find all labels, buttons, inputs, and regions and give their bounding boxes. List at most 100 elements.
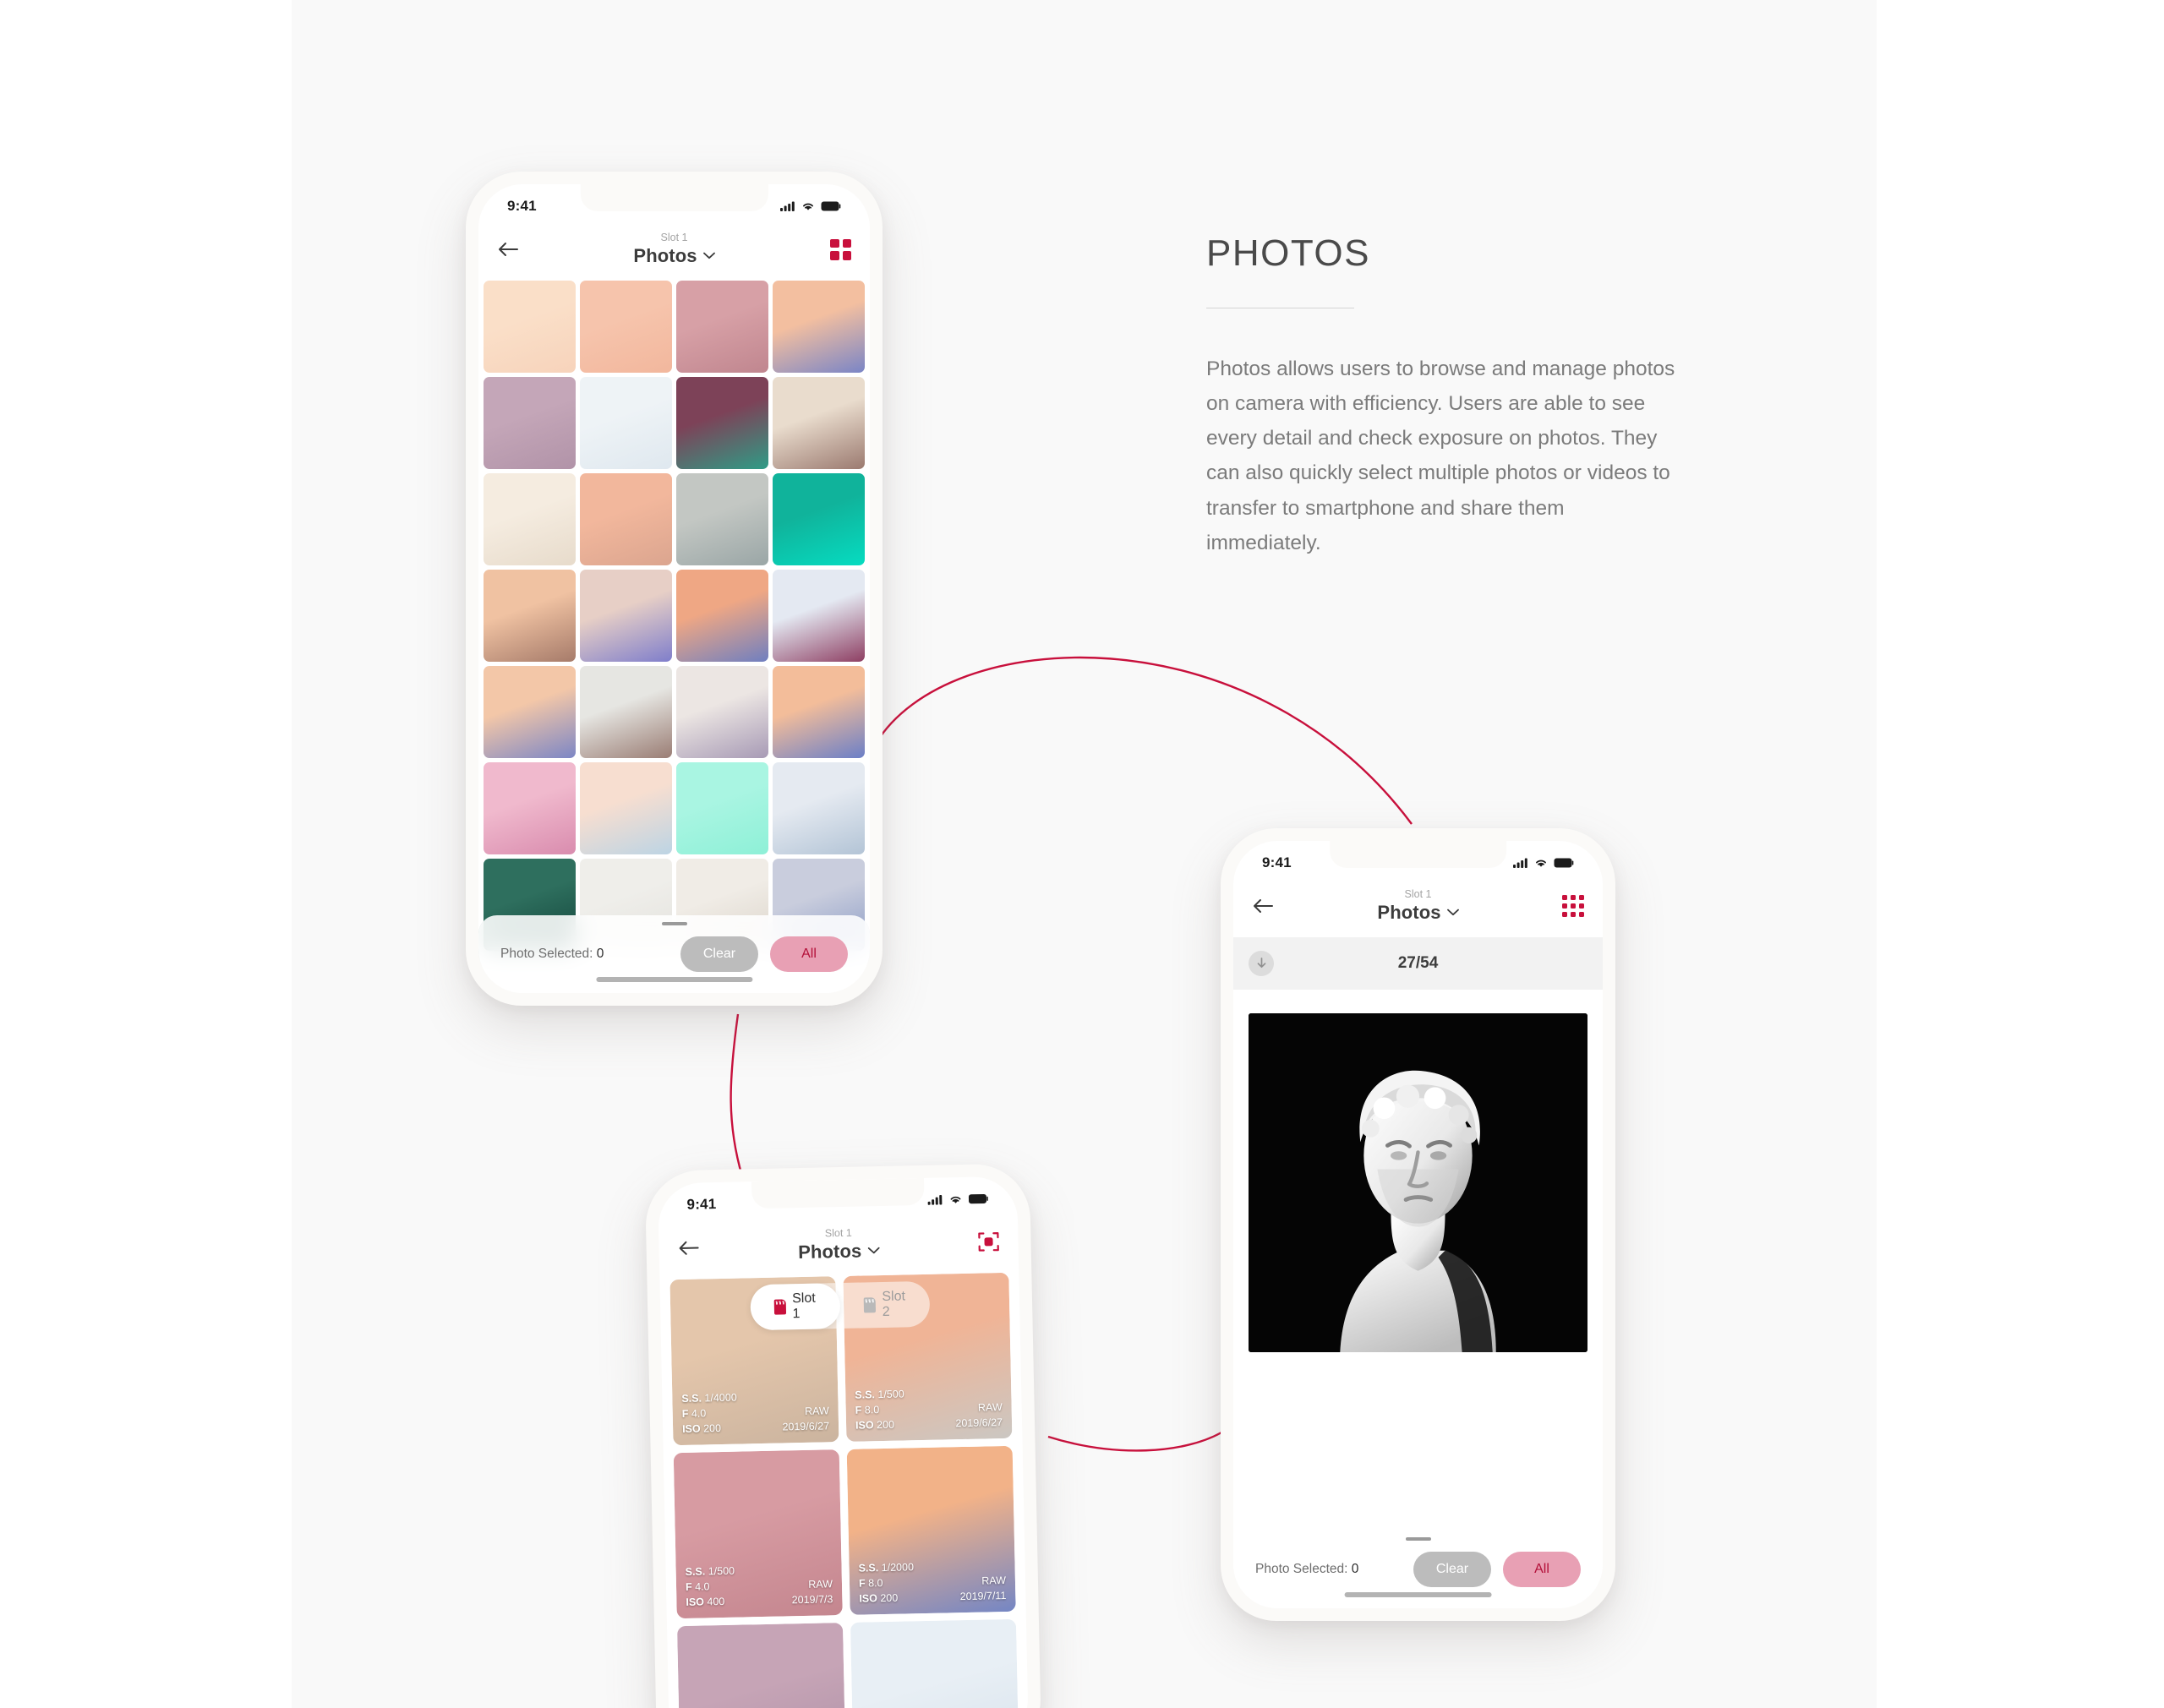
- photo-exif-overlay: S.S. 1/2000 F 8.0 RAW ISO 200 2019/7/11: [849, 1549, 1015, 1614]
- slot-tab-bar: Slot 1 Slot 2: [749, 1280, 931, 1331]
- clear-button[interactable]: Clear: [680, 936, 758, 972]
- photo-thumbnail[interactable]: [773, 281, 865, 373]
- photo-thumbnail-grid[interactable]: [478, 281, 870, 951]
- select-all-button[interactable]: All: [770, 936, 848, 972]
- focus-frame-icon: [978, 1232, 999, 1252]
- phone-photo-detail: 9:41 Slot 1 Photos 27/54 Photo Selected:…: [1221, 828, 1615, 1621]
- signal-bars-icon: [927, 1195, 943, 1205]
- photo-thumbnail[interactable]: [484, 570, 576, 662]
- page-title: PHOTOS: [1206, 232, 1371, 274]
- photo-metadata-card[interactable]: S.S. 1/250F 4.0RAWISO 8002019/7/24: [677, 1623, 847, 1708]
- lavender-field: [580, 570, 672, 662]
- photo-thumbnail[interactable]: [484, 762, 576, 854]
- blue-banana: [676, 762, 768, 854]
- photo-metadata-card[interactable]: S.S. 1/500F 4.0RAWISO 2002019/7/25: [850, 1618, 1020, 1708]
- photo-thumbnail[interactable]: [580, 762, 672, 854]
- iso: ISO 200: [855, 1418, 895, 1432]
- chevron-down-icon[interactable]: [867, 1247, 880, 1254]
- signal-bars-icon: [780, 201, 795, 211]
- photo-thumbnail[interactable]: [676, 281, 768, 373]
- aperture: F 8.0: [855, 1403, 880, 1416]
- status-bar: 9:41: [1233, 841, 1603, 885]
- status-time: 9:41: [686, 1196, 717, 1213]
- photo-thumbnail[interactable]: [773, 762, 865, 854]
- photo-thumbnail[interactable]: [676, 666, 768, 758]
- nav-title-block[interactable]: Slot 1 Photos: [531, 232, 817, 267]
- view-mode-button[interactable]: [1550, 894, 1584, 918]
- back-button[interactable]: [497, 242, 531, 257]
- home-indicator[interactable]: [595, 977, 753, 982]
- photo-thumbnail[interactable]: [484, 377, 576, 469]
- sd-card-icon: [863, 1297, 876, 1313]
- blue-hills-dusk: [773, 281, 865, 373]
- capture-date: 2019/7/3: [791, 1593, 833, 1607]
- white-trees-road: [676, 666, 768, 758]
- status-time: 9:41: [1262, 854, 1292, 870]
- photo-thumbnail[interactable]: [484, 473, 576, 565]
- back-arrow-icon: [679, 1241, 699, 1255]
- photo-thumbnail[interactable]: [773, 666, 865, 758]
- notebook-on-wood: [676, 473, 768, 565]
- photo-thumbnail[interactable]: [484, 666, 576, 758]
- starfish-on-sand: [676, 281, 768, 373]
- photo-thumbnail[interactable]: [676, 570, 768, 662]
- slot-tab-2[interactable]: Slot 2: [839, 1281, 930, 1329]
- photo-thumbnail[interactable]: [580, 473, 672, 565]
- chevron-down-icon[interactable]: [1446, 909, 1459, 916]
- nav-bar: Slot 1 Photos: [478, 228, 870, 281]
- chevron-down-icon[interactable]: [702, 252, 715, 259]
- teal-wave-stripes: [773, 473, 865, 565]
- sheet-grabber[interactable]: [661, 922, 687, 925]
- photo-preview[interactable]: [1249, 1013, 1587, 1352]
- photo-thumbnail[interactable]: [773, 473, 865, 565]
- photo-counter-bar: 27/54: [1233, 937, 1603, 990]
- select-all-button[interactable]: All: [1503, 1552, 1581, 1587]
- slot-tab-1-label: Slot 1: [791, 1291, 816, 1322]
- capture-date: 2019/6/27: [782, 1420, 830, 1433]
- page-root: PHOTOS Photos allows users to browse and…: [0, 0, 2164, 1708]
- photo-thumbnail[interactable]: [580, 281, 672, 373]
- aperture: F 8.0: [858, 1576, 883, 1590]
- nav-title-block[interactable]: Slot 1 Photos: [711, 1225, 966, 1265]
- back-button[interactable]: [677, 1240, 711, 1256]
- photo-exif-overlay: S.S. 1/4000 F 4.0 RAW ISO 200 2019/6/27: [672, 1380, 839, 1445]
- photo-thumbnail[interactable]: [773, 377, 865, 469]
- back-arrow-icon: [499, 243, 518, 256]
- sd-card-icon: [773, 1299, 786, 1315]
- exposure-view-button[interactable]: [965, 1231, 1000, 1253]
- highway-pole: [580, 666, 672, 758]
- description-text: Photos allows users to browse and manage…: [1206, 357, 1675, 554]
- iso: ISO 200: [859, 1591, 899, 1605]
- nav-slot-label: Slot 1: [660, 232, 688, 244]
- photo-thumbnail[interactable]: [484, 281, 576, 373]
- photo-thumbnail[interactable]: [773, 570, 865, 662]
- status-bar: 9:41: [658, 1176, 1018, 1228]
- slot-tab-1[interactable]: Slot 1: [749, 1283, 841, 1331]
- nav-bar: Slot 1 Photos: [1233, 885, 1603, 937]
- photo-metadata-card[interactable]: S.S. 1/2000 F 8.0 RAW ISO 200 2019/7/11: [846, 1445, 1016, 1615]
- photo-thumbnail[interactable]: [676, 377, 768, 469]
- selection-label-text: Photo Selected:: [500, 947, 593, 961]
- photo-thumbnail[interactable]: [580, 570, 672, 662]
- home-indicator[interactable]: [1344, 1592, 1492, 1597]
- file-format: RAW: [981, 1574, 1007, 1587]
- photo-thumbnail[interactable]: [580, 666, 672, 758]
- nav-title-block[interactable]: Slot 1 Photos: [1286, 888, 1550, 924]
- glasses-on-desk: [484, 473, 576, 565]
- nav-title: Photos: [797, 1240, 862, 1263]
- photo-metadata-card[interactable]: S.S. 1/500 F 4.0 RAW ISO 400 2019/7/3: [673, 1449, 843, 1619]
- selection-label-text: Photo Selected:: [1255, 1562, 1348, 1576]
- sheet-grabber[interactable]: [1405, 1537, 1431, 1541]
- signal-bars-icon: [1513, 858, 1527, 868]
- clear-button[interactable]: Clear: [1413, 1552, 1491, 1587]
- capture-date: 2019/6/27: [955, 1416, 1003, 1430]
- selection-count-value: 0: [1351, 1562, 1359, 1576]
- blue-valley: [484, 666, 576, 758]
- photo-thumbnail[interactable]: [676, 473, 768, 565]
- view-mode-button[interactable]: [817, 238, 851, 260]
- photo-thumbnail[interactable]: [580, 377, 672, 469]
- photo-metadata-card-grid[interactable]: S.S. 1/4000 F 4.0 RAW ISO 200 2019/6/27 S.S. …: [659, 1272, 1029, 1708]
- iso: ISO 200: [681, 1422, 722, 1435]
- photo-thumbnail[interactable]: [676, 762, 768, 854]
- back-button[interactable]: [1252, 898, 1286, 914]
